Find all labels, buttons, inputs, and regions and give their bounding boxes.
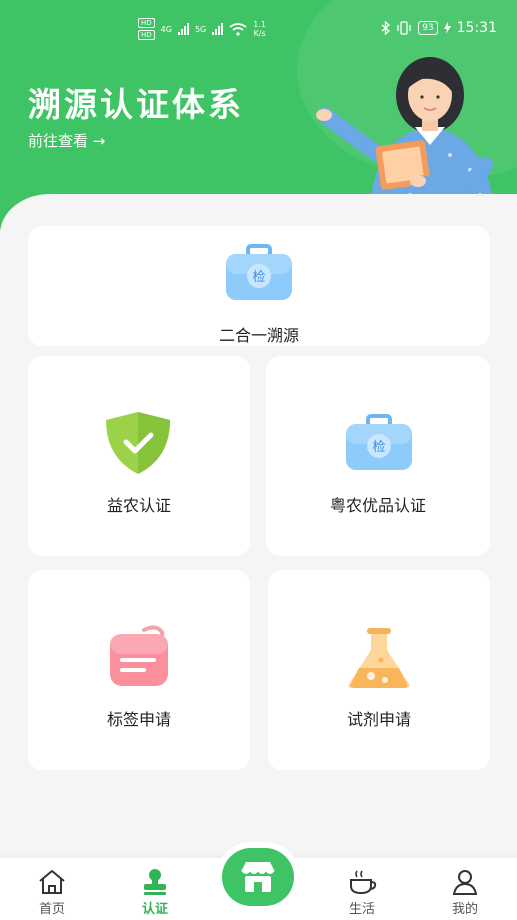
network-label: 4G (160, 24, 172, 34)
inspection-case-icon: 检 (344, 412, 414, 478)
net-speed: 1.1 K/s (253, 20, 266, 38)
signal-icon (177, 23, 189, 35)
view-more-link[interactable]: 前往查看 → (28, 130, 105, 151)
user-icon (452, 870, 478, 895)
label-tag-icon (104, 624, 174, 694)
signal-icon (212, 23, 224, 35)
coffee-cup-icon (350, 870, 377, 895)
store-icon (241, 862, 275, 892)
hd-badges: HD HD (138, 18, 155, 40)
nav-mine[interactable]: 我的 (435, 868, 495, 917)
charging-icon (443, 22, 451, 34)
card-reagent-application[interactable]: 试剂申请 (268, 570, 490, 770)
status-left: HD HD 4G 5G 1.1 K/s (138, 18, 266, 40)
badge-char: 检 (252, 270, 265, 285)
card-label: 粤农优品认证 (329, 496, 426, 515)
card-label: 标签申请 (106, 710, 171, 729)
card-label: 试剂申请 (346, 710, 411, 729)
wifi-icon (229, 22, 247, 36)
nav-life[interactable]: 生活 (332, 868, 392, 917)
home-icon (39, 870, 65, 894)
status-right: 93 15:31 (381, 20, 497, 36)
flask-icon (345, 626, 413, 694)
clock: 15:31 (456, 20, 497, 36)
badge-char: 检 (372, 440, 385, 455)
card-yuenong-premium-cert[interactable]: 检 粤农优品认证 (266, 356, 490, 556)
battery-icon: 93 (418, 21, 438, 35)
card-label-application[interactable]: 标签申请 (28, 570, 250, 770)
page-title: 溯源认证体系 (28, 86, 244, 123)
vibrate-icon (397, 21, 411, 35)
nav-mine-label: 我的 (451, 902, 478, 917)
status-bar: HD HD 4G 5G 1.1 K/s 93 15:31 (0, 0, 517, 60)
woman-with-clipboard-illustration (316, 57, 495, 215)
card-yinong-cert[interactable]: 益农认证 (28, 356, 250, 556)
network-label: 5G (194, 24, 207, 34)
net-speed-unit: K/s (253, 29, 266, 38)
nav-certification-label: 认证 (141, 902, 168, 917)
hd-badge: HD (138, 30, 155, 40)
bluetooth-icon (381, 21, 391, 35)
nav-home-label: 首页 (38, 902, 65, 917)
card-label: 二合一溯源 (218, 326, 299, 345)
nav-certification[interactable]: 认证 (125, 868, 185, 917)
stamp-icon (144, 869, 166, 895)
card-two-in-one-trace[interactable]: 检 二合一溯源 (28, 226, 490, 346)
net-speed-value: 1.1 (253, 20, 266, 29)
shield-check-icon (104, 410, 172, 480)
nav-home[interactable]: 首页 (22, 868, 82, 917)
hd-badge: HD (138, 18, 155, 28)
nav-life-label: 生活 (348, 902, 375, 917)
card-label: 益农认证 (106, 496, 171, 515)
nav-center-store-button[interactable] (222, 848, 294, 906)
inspection-case-icon: 检 (224, 242, 294, 308)
